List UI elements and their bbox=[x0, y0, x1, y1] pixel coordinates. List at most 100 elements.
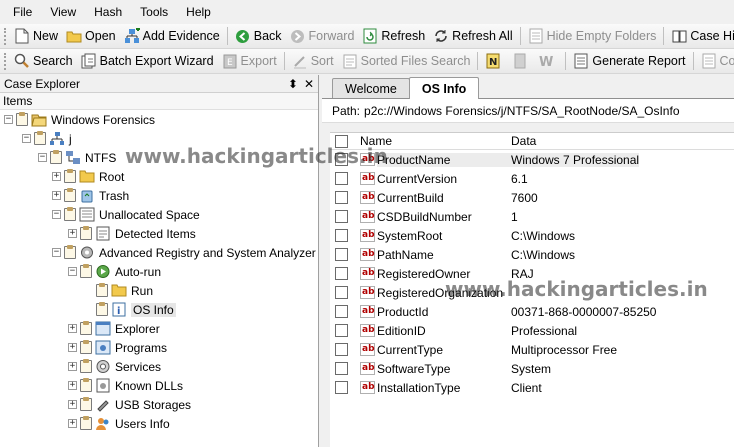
row-checkbox[interactable] bbox=[335, 343, 348, 356]
tree-node[interactable]: + Services bbox=[68, 357, 161, 376]
export-button[interactable]: E Export bbox=[218, 50, 281, 72]
tree-node[interactable]: Run bbox=[84, 281, 153, 300]
table-row[interactable]: ab CurrentType Multiprocessor Free bbox=[330, 340, 734, 359]
node-checkbox[interactable] bbox=[64, 188, 76, 202]
tree-node[interactable]: − Auto-run bbox=[68, 262, 161, 281]
new-button[interactable]: New bbox=[10, 25, 62, 47]
row-checkbox[interactable] bbox=[335, 229, 348, 242]
node-checkbox[interactable] bbox=[80, 378, 92, 392]
tab-os-info[interactable]: OS Info bbox=[408, 77, 480, 99]
node-checkbox[interactable] bbox=[80, 340, 92, 354]
node-checkbox[interactable] bbox=[16, 112, 28, 126]
forward-button[interactable]: Forward bbox=[286, 25, 359, 47]
hide-empty-folders-button[interactable]: Hide Empty Folders bbox=[524, 25, 661, 47]
collapse-icon[interactable]: − bbox=[52, 210, 61, 219]
refresh-all-button[interactable]: Refresh All bbox=[429, 25, 516, 47]
sort-button[interactable]: Sort bbox=[288, 50, 338, 72]
row-checkbox[interactable] bbox=[335, 381, 348, 394]
case-history-button[interactable]: Case History bbox=[667, 25, 734, 47]
table-row[interactable]: ab SystemRoot C:\Windows bbox=[330, 226, 734, 245]
table-row[interactable]: ab RegisteredOwner RAJ bbox=[330, 264, 734, 283]
tree-node[interactable]: − Windows Forensics bbox=[4, 110, 155, 129]
column-name-header[interactable]: Name bbox=[360, 134, 511, 148]
expand-icon[interactable]: + bbox=[68, 381, 77, 390]
node-checkbox[interactable] bbox=[34, 131, 46, 145]
expand-icon[interactable]: + bbox=[68, 362, 77, 371]
table-row[interactable]: ab ProductId 00371-868-0000007-85250 bbox=[330, 302, 734, 321]
node-checkbox[interactable] bbox=[80, 321, 92, 335]
close-icon[interactable]: ✕ bbox=[304, 77, 314, 91]
tab-welcome[interactable]: Welcome bbox=[332, 78, 410, 98]
table-row[interactable]: ab SoftwareType System bbox=[330, 359, 734, 378]
tree-node[interactable]: − NTFS bbox=[38, 148, 116, 167]
node-checkbox[interactable] bbox=[80, 226, 92, 240]
add-evidence-button[interactable]: Add Evidence bbox=[120, 25, 224, 47]
expand-icon[interactable]: + bbox=[52, 191, 61, 200]
row-checkbox[interactable] bbox=[335, 153, 348, 166]
tree-node[interactable]: − Unallocated Space bbox=[52, 205, 200, 224]
node-checkbox[interactable] bbox=[50, 150, 62, 164]
toolbar-grip[interactable] bbox=[4, 52, 6, 70]
node-checkbox[interactable] bbox=[80, 264, 92, 278]
sorted-files-search-button[interactable]: Sorted Files Search bbox=[338, 50, 475, 72]
menu-help[interactable]: Help bbox=[177, 0, 220, 24]
pin-icon[interactable]: ⬍ bbox=[288, 77, 298, 91]
row-checkbox[interactable] bbox=[335, 267, 348, 280]
node-checkbox[interactable] bbox=[64, 169, 76, 183]
expand-icon[interactable]: + bbox=[68, 343, 77, 352]
node-checkbox[interactable] bbox=[80, 397, 92, 411]
tree-node[interactable]: + Detected Items bbox=[68, 224, 196, 243]
table-row[interactable]: ab EditionID Professional bbox=[330, 321, 734, 340]
table-row[interactable]: ab PathName C:\Windows bbox=[330, 245, 734, 264]
column-data-header[interactable]: Data bbox=[511, 134, 536, 148]
expand-icon[interactable]: + bbox=[52, 172, 61, 181]
count-button[interactable]: Count Co bbox=[697, 50, 734, 72]
row-checkbox[interactable] bbox=[335, 248, 348, 261]
table-row[interactable]: ab ProductName Windows 7 Professional bbox=[330, 150, 734, 169]
collapse-icon[interactable]: − bbox=[4, 115, 13, 124]
collapse-icon[interactable]: − bbox=[52, 248, 61, 257]
row-checkbox[interactable] bbox=[335, 191, 348, 204]
select-all-checkbox[interactable] bbox=[335, 134, 348, 148]
open-button[interactable]: Open bbox=[62, 25, 120, 47]
tree-node[interactable]: + Users Info bbox=[68, 414, 170, 433]
collapse-icon[interactable]: − bbox=[22, 134, 31, 143]
menu-tools[interactable]: Tools bbox=[131, 0, 177, 24]
table-row[interactable]: ab CurrentBuild 7600 bbox=[330, 188, 734, 207]
table-row[interactable]: ab RegisteredOrganization bbox=[330, 283, 734, 302]
tree-node[interactable]: + USB Storages bbox=[68, 395, 191, 414]
row-checkbox[interactable] bbox=[335, 210, 348, 223]
node-checkbox[interactable] bbox=[64, 207, 76, 221]
expand-icon[interactable]: + bbox=[68, 419, 77, 428]
node-checkbox[interactable] bbox=[96, 283, 108, 297]
node-checkbox[interactable] bbox=[80, 416, 92, 430]
word-report-button[interactable]: W bbox=[535, 50, 562, 72]
refresh-button[interactable]: Refresh bbox=[358, 25, 429, 47]
row-checkbox[interactable] bbox=[335, 362, 348, 375]
back-button[interactable]: Back bbox=[231, 25, 286, 47]
tree-node[interactable]: + Trash bbox=[52, 186, 129, 205]
batch-export-wizard-button[interactable]: Batch Export Wizard bbox=[77, 50, 218, 72]
tree-node[interactable]: + Explorer bbox=[68, 319, 160, 338]
tree-node[interactable]: + Root bbox=[52, 167, 124, 186]
notes-button[interactable]: N bbox=[481, 50, 508, 72]
expand-icon[interactable]: + bbox=[68, 400, 77, 409]
tree-node[interactable]: − Advanced Registry and System Analyzer bbox=[52, 243, 316, 262]
row-checkbox[interactable] bbox=[335, 324, 348, 337]
tree-node[interactable]: i OS Info bbox=[84, 300, 176, 319]
tree-node[interactable]: + Programs bbox=[68, 338, 167, 357]
menu-hash[interactable]: Hash bbox=[85, 0, 131, 24]
row-checkbox[interactable] bbox=[335, 305, 348, 318]
generate-report-button[interactable]: Generate Report bbox=[569, 50, 689, 72]
expand-icon[interactable]: + bbox=[68, 229, 77, 238]
table-row[interactable]: ab CSDBuildNumber 1 bbox=[330, 207, 734, 226]
row-checkbox[interactable] bbox=[335, 286, 348, 299]
collapse-icon[interactable]: − bbox=[68, 267, 77, 276]
bookmark-button[interactable] bbox=[508, 50, 535, 72]
row-checkbox[interactable] bbox=[335, 172, 348, 185]
tree-node[interactable]: − j bbox=[22, 129, 72, 148]
menu-file[interactable]: File bbox=[4, 0, 41, 24]
collapse-icon[interactable]: − bbox=[38, 153, 47, 162]
node-checkbox[interactable] bbox=[64, 245, 76, 259]
tree-node[interactable]: + Known DLLs bbox=[68, 376, 183, 395]
